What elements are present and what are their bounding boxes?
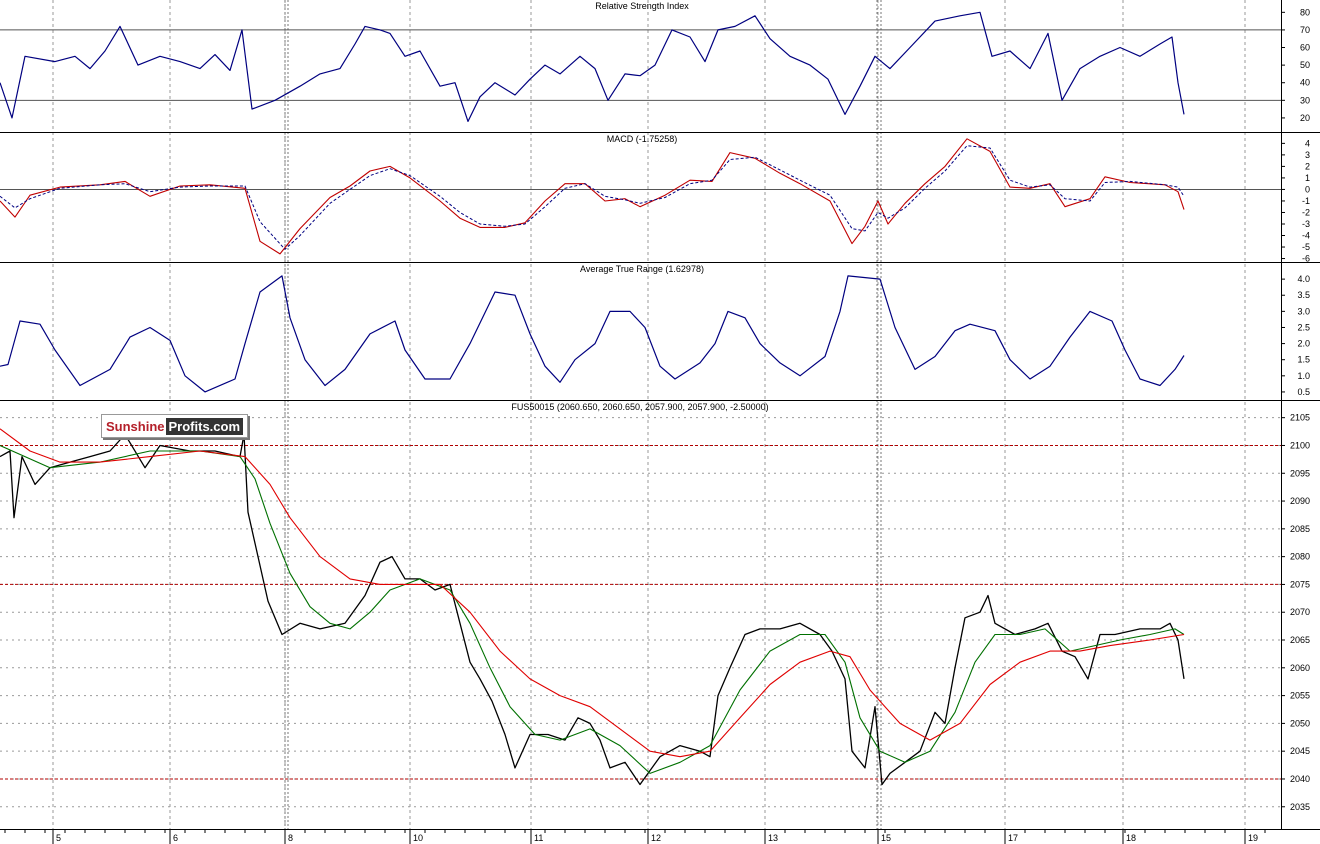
ytick-label-3-14: 2105 (1290, 413, 1310, 423)
ytick-label-1-7: 1 (1305, 173, 1310, 183)
brand-logo: Sunshine Profits.com (101, 414, 249, 438)
ytick-label-2-7: 4.0 (1297, 274, 1310, 284)
ytick-label-3-12: 2095 (1290, 468, 1310, 478)
ytick-label-3-5: 2060 (1290, 663, 1310, 673)
ytick-label-3-8: 2075 (1290, 579, 1310, 589)
xtick-label-3: 10 (413, 833, 423, 843)
ytick-label-1-4: -2 (1302, 207, 1310, 217)
ytick-label-3-9: 2080 (1290, 552, 1310, 562)
ytick-label-2-1: 1.0 (1297, 371, 1310, 381)
rsi-line (0, 11, 1185, 122)
ytick-label-0-1: 30 (1300, 95, 1310, 105)
ytick-label-3-0: 2035 (1290, 802, 1310, 812)
xtick-label-8: 17 (1008, 833, 1018, 843)
ytick-label-0-4: 60 (1300, 43, 1310, 53)
xtick-label-6: 13 (768, 833, 778, 843)
ytick-label-3-7: 2070 (1290, 607, 1310, 617)
ytick-label-3-1: 2040 (1290, 774, 1310, 784)
macd-signal-line (0, 145, 1185, 250)
ytick-label-1-8: 2 (1305, 161, 1310, 171)
panel-title-0: Relative Strength Index (595, 1, 689, 11)
ytick-label-0-2: 40 (1300, 78, 1310, 88)
ytick-label-2-0: 0.5 (1297, 387, 1310, 397)
ytick-label-1-5: -1 (1302, 196, 1310, 206)
xtick-label-2: 8 (288, 833, 293, 843)
ma-long-line (0, 428, 1185, 758)
ytick-label-1-2: -4 (1302, 231, 1310, 241)
panel-title-2: Average True Range (1.62978) (580, 264, 704, 274)
ytick-label-1-6: 0 (1305, 184, 1310, 194)
xtick-label-9: 18 (1126, 833, 1136, 843)
ytick-label-2-5: 3.0 (1297, 306, 1310, 316)
logo-text-secondary: Profits.com (165, 417, 244, 435)
ytick-label-3-4: 2055 (1290, 691, 1310, 701)
atr-line (0, 275, 1185, 393)
xtick-label-7: 15 (881, 833, 891, 843)
logo-text-primary: Sunshine (106, 418, 165, 434)
ytick-label-0-3: 50 (1300, 60, 1310, 70)
xtick-label-1: 6 (173, 833, 178, 843)
ytick-label-1-9: 3 (1305, 150, 1310, 160)
xtick-label-4: 11 (534, 833, 543, 843)
macd-line (0, 138, 1185, 255)
ytick-label-2-2: 1.5 (1297, 355, 1310, 365)
price-line (0, 433, 1185, 786)
xtick-label-0: 5 (56, 833, 61, 843)
ytick-label-3-10: 2085 (1290, 524, 1310, 534)
ma-short-line (0, 444, 1185, 774)
ytick-label-0-6: 80 (1300, 7, 1310, 17)
panel-title-1: MACD (-1.75258) (607, 134, 678, 144)
ytick-label-1-3: -3 (1302, 219, 1310, 229)
chart-stage: 20 30 40 50 60 70 80 Relative Strength Index -6-… (0, 0, 1320, 844)
xtick-label-5: 12 (651, 833, 661, 843)
ytick-label-1-0: -6 (1302, 254, 1310, 264)
ytick-label-3-13: 2100 (1290, 440, 1310, 450)
ytick-label-3-11: 2090 (1290, 496, 1310, 506)
ytick-label-3-2: 2045 (1290, 746, 1310, 756)
ytick-label-2-4: 2.5 (1297, 322, 1310, 332)
ytick-label-2-3: 2.0 (1297, 339, 1310, 349)
panel-title-3: FUS50015 (2060.650, 2060.650, 2057.900, … (511, 402, 768, 412)
ytick-label-0-0: 20 (1300, 113, 1310, 123)
ytick-label-0-5: 70 (1300, 25, 1310, 35)
ytick-label-1-1: -5 (1302, 242, 1310, 252)
ytick-label-1-10: 4 (1305, 138, 1310, 148)
ytick-label-3-3: 2050 (1290, 718, 1310, 728)
xtick-label-10: 19 (1248, 833, 1258, 843)
ytick-label-2-6: 3.5 (1297, 290, 1310, 300)
ytick-label-3-6: 2065 (1290, 635, 1310, 645)
